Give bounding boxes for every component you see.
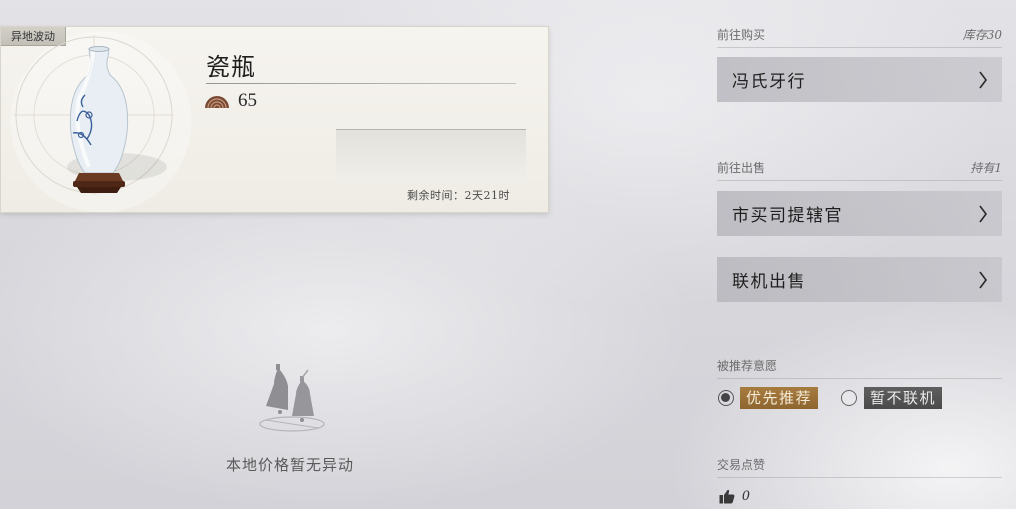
recommend-divider — [717, 378, 1002, 379]
sell-online-label: 联机出售 — [732, 272, 806, 292]
like-count: 0 — [742, 487, 750, 504]
recommend-radio-group: 优先推荐 暂不联机 — [718, 386, 943, 410]
likes-header-label: 交易点赞 — [717, 458, 766, 472]
bells-icon — [259, 364, 325, 432]
sell-header-label: 前往出售 — [717, 161, 766, 175]
recommend-priority-radio[interactable] — [718, 390, 734, 406]
buy-option-label: 冯氏牙行 — [732, 72, 806, 92]
price-chart-area — [336, 129, 526, 183]
vase-image — [9, 35, 179, 210]
price-row: 65 — [204, 89, 257, 113]
buy-divider — [717, 47, 1002, 48]
chevron-right-icon — [979, 71, 987, 88]
empty-state-text: 本地价格暂无异动 — [225, 456, 354, 474]
item-card: 异地波动 瓷瓶 65 剩余时间：2天21时 — [0, 26, 549, 213]
recommend-offline-radio[interactable] — [841, 390, 858, 406]
sell-official-button[interactable]: 市买司提辖官 — [717, 191, 1002, 236]
chevron-right-icon — [979, 205, 987, 222]
buy-option-button[interactable]: 冯氏牙行 — [717, 57, 1002, 102]
recommend-offline-option[interactable]: 暂不联机 — [864, 387, 943, 409]
chevron-right-icon — [979, 271, 987, 288]
sell-online-button[interactable]: 联机出售 — [717, 257, 1002, 302]
sell-section-header: 前往出售 持有1 — [717, 159, 1002, 177]
likes-section-header: 交易点赞 — [717, 456, 1002, 474]
sell-official-label: 市买司提辖官 — [732, 206, 843, 226]
coin-icon — [205, 96, 229, 109]
buy-section-header: 前往购买 库存30 — [717, 26, 1002, 44]
thumbs-up-icon[interactable] — [719, 489, 735, 504]
name-divider — [206, 83, 516, 84]
item-name: 瓷瓶 — [206, 53, 256, 81]
likes-row: 0 — [719, 486, 750, 506]
sell-divider — [717, 180, 1002, 181]
item-price: 65 — [238, 90, 257, 111]
remaining-time: 剩余时间：2天21时 — [407, 189, 510, 202]
likes-divider — [717, 477, 1002, 478]
held-count: 持有1 — [970, 161, 1002, 175]
recommend-header-label: 被推荐意愿 — [717, 359, 778, 373]
stock-count: 库存30 — [962, 28, 1002, 42]
recommend-section-header: 被推荐意愿 — [717, 357, 1002, 375]
buy-header-label: 前往购买 — [717, 28, 766, 42]
recommend-priority-option[interactable]: 优先推荐 — [740, 387, 819, 409]
